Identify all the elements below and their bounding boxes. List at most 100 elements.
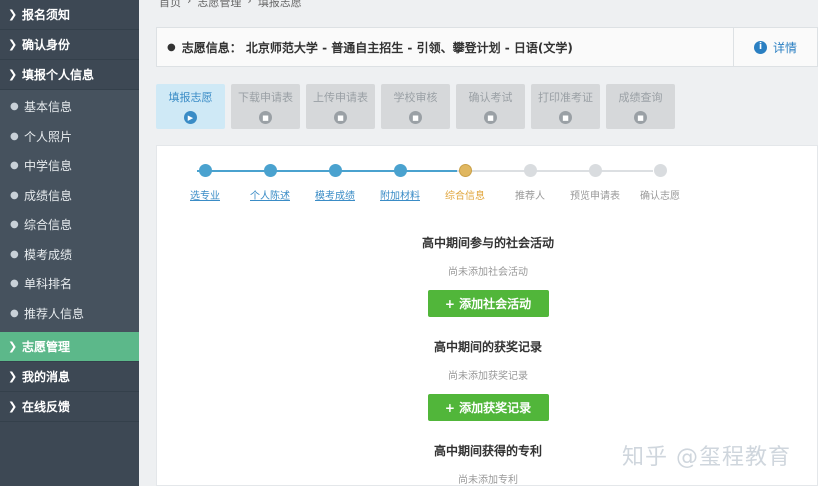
step-dot-icon	[588, 164, 602, 177]
tab-download-form[interactable]: 下载申请表 ■	[231, 84, 300, 129]
step-label: 综合信息	[445, 191, 485, 202]
sub-item-comprehensive-info[interactable]: ● 综合信息	[0, 210, 139, 240]
sub-item-school-info[interactable]: ● 中学信息	[0, 151, 139, 181]
step-dot-icon	[263, 164, 277, 177]
bullet-icon: ●	[167, 41, 176, 53]
chevron-right-icon: ❯	[8, 400, 18, 413]
step-dot-icon	[523, 164, 537, 177]
step-confirm-application: 确认志愿	[620, 162, 700, 202]
tab-confirm-exam[interactable]: 确认考试 ■	[456, 84, 525, 129]
sub-item-referee-info[interactable]: ● 推荐人信息	[0, 299, 139, 329]
step-label: 个人陈述	[250, 191, 290, 202]
tab-label: 打印准考证	[538, 91, 593, 104]
sub-item-mock-exam[interactable]: ● 模考成绩	[0, 240, 139, 270]
info-icon: i	[753, 40, 767, 54]
bullet-icon: ●	[10, 101, 19, 113]
section-empty-text: 尚未添加社会活动	[448, 267, 528, 278]
step-dot-icon	[458, 164, 472, 177]
add-social-activity-button[interactable]: + 添加社会活动	[427, 290, 549, 317]
watermark: 知乎 @玺程教育	[622, 445, 791, 470]
add-award-button[interactable]: + 添加获奖记录	[427, 394, 549, 421]
sub-item-label: 综合信息	[24, 218, 73, 233]
breadcrumb: 首页 › 志愿管理 › 填报志愿	[159, 0, 302, 10]
section-empty-text: 尚未添加专利	[458, 475, 518, 486]
sub-item-subject-rank[interactable]: ● 单科排名	[0, 269, 139, 299]
sub-item-basic-info[interactable]: ● 基本信息	[0, 92, 139, 122]
nav-item-personal-info[interactable]: ❯ 填报个人信息	[0, 60, 139, 90]
main-content: 首页 › 志愿管理 › 填报志愿 ● 志愿信息： 北京师范大学 - 普通自主招生…	[139, 0, 818, 486]
step-dot-icon	[328, 164, 342, 177]
tab-label: 填报志愿	[168, 91, 213, 104]
step-progress: 选专业 个人陈述 模考成绩 附加材料 综合信息 推荐人 预览申请表 确认志愿	[165, 162, 725, 202]
chevron-right-icon: ❯	[8, 370, 18, 383]
step-dot-icon	[653, 164, 667, 177]
tab-label: 确认考试	[468, 91, 513, 104]
step-label: 推荐人	[515, 191, 545, 202]
play-icon: ▶	[184, 111, 197, 124]
tab-label: 学校审核	[393, 91, 438, 104]
application-info-bar: ● 志愿信息： 北京师范大学 - 普通自主招生 - 引领、攀登计划 - 日语(文…	[156, 27, 818, 67]
step-label: 确认志愿	[640, 191, 680, 202]
tab-score-query[interactable]: 成绩查询 ■	[606, 84, 675, 129]
breadcrumb-separator-icon: ›	[247, 0, 252, 7]
lock-icon: ■	[259, 111, 272, 124]
section-empty-text: 尚未添加获奖记录	[448, 371, 528, 382]
application-info: ● 志愿信息： 北京师范大学 - 普通自主招生 - 引领、攀登计划 - 日语(文…	[157, 39, 733, 56]
chevron-right-icon: ❯	[8, 8, 18, 21]
sub-item-label: 个人照片	[24, 129, 73, 144]
nav-item-messages[interactable]: ❯ 我的消息	[0, 362, 139, 392]
lock-icon: ■	[484, 111, 497, 124]
awards-section: 高中期间的获奖记录 尚未添加获奖记录 + 添加获奖记录	[157, 338, 818, 421]
breadcrumb-home[interactable]: 首页	[159, 0, 181, 10]
step-label: 模考成绩	[315, 191, 355, 202]
section-title: 高中期间获得的专利	[433, 444, 542, 458]
bullet-icon: ●	[10, 189, 19, 201]
nav-item-label: 报名须知	[22, 8, 71, 22]
nav-item-label: 确认身份	[22, 38, 71, 52]
sub-item-label: 推荐人信息	[24, 306, 85, 321]
nav-item-label: 我的消息	[22, 370, 71, 384]
bullet-icon: ●	[10, 307, 19, 319]
step-label: 选专业	[190, 191, 220, 202]
nav-item-label: 在线反馈	[22, 400, 71, 414]
nav-item-label: 志愿管理	[22, 340, 71, 354]
social-activities-section: 高中期间参与的社会活动 尚未添加社会活动 + 添加社会活动	[157, 234, 818, 317]
nav-item-application-management[interactable]: ❯ 志愿管理	[0, 332, 139, 362]
lock-icon: ■	[334, 111, 347, 124]
sub-item-label: 成绩信息	[24, 188, 73, 203]
nav-item-label: 填报个人信息	[22, 68, 95, 82]
sub-item-label: 基本信息	[24, 100, 73, 115]
tab-label: 上传申请表	[313, 91, 368, 104]
nav-item-confirm-identity[interactable]: ❯ 确认身份	[0, 30, 139, 60]
tab-school-review[interactable]: 学校审核 ■	[381, 84, 450, 129]
lock-icon: ■	[409, 111, 422, 124]
section-title: 高中期间参与的社会活动	[421, 236, 554, 250]
sub-item-label: 中学信息	[24, 159, 73, 174]
bullet-icon: ●	[10, 248, 19, 260]
bullet-icon: ●	[10, 160, 19, 172]
sub-item-label: 模考成绩	[24, 247, 73, 262]
application-info-text: 志愿信息： 北京师范大学 - 普通自主招生 - 引领、攀登计划 - 日语(文学)	[181, 40, 573, 55]
tab-label: 下载申请表	[238, 91, 293, 104]
breadcrumb-section[interactable]: 志愿管理	[197, 0, 241, 10]
chevron-down-icon: ❯	[8, 68, 18, 81]
tab-fill-application[interactable]: 填报志愿 ▶	[156, 84, 225, 129]
step-dot-icon	[393, 164, 407, 177]
tab-upload-form[interactable]: 上传申请表 ■	[306, 84, 375, 129]
process-tabs: 填报志愿 ▶ 下载申请表 ■ 上传申请表 ■ 学校审核 ■ 确认考试 ■ 打印准…	[156, 84, 675, 129]
tab-label: 成绩查询	[618, 91, 663, 104]
chevron-right-icon: ❯	[8, 38, 18, 51]
form-panel: 选专业 个人陈述 模考成绩 附加材料 综合信息 推荐人 预览申请表 确认志愿 高…	[156, 145, 818, 486]
breadcrumb-separator-icon: ›	[187, 0, 192, 7]
sub-item-photo[interactable]: ● 个人照片	[0, 122, 139, 152]
nav-item-registration-notice[interactable]: ❯ 报名须知	[0, 0, 139, 30]
details-button[interactable]: i 详情	[733, 28, 817, 66]
tab-print-admission[interactable]: 打印准考证 ■	[531, 84, 600, 129]
nav-item-feedback[interactable]: ❯ 在线反馈	[0, 392, 139, 422]
sidebar: ❯ 报名须知 ❯ 确认身份 ❯ 填报个人信息 ● 基本信息 ● 个人照片 ● 中学信息…	[0, 0, 139, 486]
personal-info-submenu: ● 基本信息 ● 个人照片 ● 中学信息 ● 成绩信息 ● 综合信息 ● 模考成绩 ● 单科排…	[0, 90, 139, 332]
bullet-icon: ●	[10, 130, 19, 142]
step-label: 预览申请表	[570, 191, 620, 202]
details-label: 详情	[772, 40, 797, 55]
sub-item-grades[interactable]: ● 成绩信息	[0, 181, 139, 211]
